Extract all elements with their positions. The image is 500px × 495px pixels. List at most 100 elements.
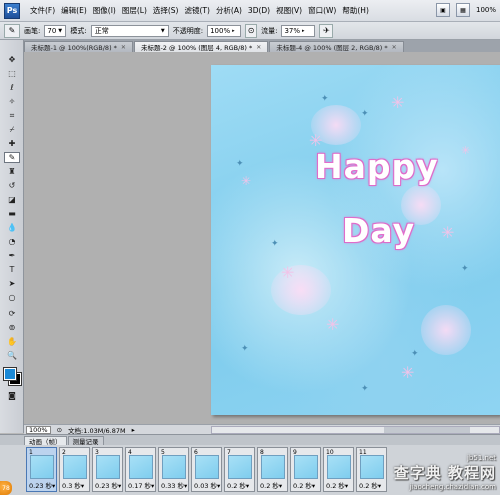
path-selection-tool-icon[interactable]: ➤ [4,278,20,289]
brush-preset-icon[interactable]: ✎ [4,23,20,38]
status-zoom[interactable]: 100% [26,425,51,434]
pen-tool-icon[interactable]: ✒ [4,250,20,261]
pressure-opacity-icon[interactable]: ⊙ [245,23,258,38]
marquee-tool-icon[interactable]: ⬚ [4,68,20,79]
foreground-color-swatch[interactable] [3,367,17,381]
animation-frame[interactable]: 6 0.03 秒▾ [191,447,222,492]
brush-label: 画笔: [24,26,41,35]
menu-bar: Ps 文件(F) 编辑(E) 图像(I) 图层(L) 选择(S) 滤镜(T) 分… [0,0,500,22]
document-canvas[interactable]: ✳ ✳ ✳ ✳ ✳ ✳ ✳ ✳ ✦ ✦ ✦ ✦ ✦ ✦ ✦ ✦ Happy Da… [211,65,500,415]
brush-tool-icon[interactable]: ✎ [4,152,20,163]
menu-3d[interactable]: 3D(D) [248,6,270,15]
frame-delay[interactable]: 0.2 秒▾ [260,480,282,490]
horizontal-scrollbar[interactable] [210,425,500,434]
chevron-right-icon[interactable]: ▸ [132,426,135,434]
frame-delay[interactable]: 0.2 秒▾ [293,480,315,490]
close-icon[interactable]: ✕ [392,44,397,51]
tab-label: 未标题-1 @ 100%(RGB/8) * [31,44,117,52]
options-bar: ✎ 画笔: 70 ▼ 模式: 正常 ▼ 不透明度: 100% ▸ ⊙ 流量: 3… [0,22,500,40]
document-tabs: 未标题-1 @ 100%(RGB/8) * ✕ 未标题-2 @ 100% (图层… [24,40,500,52]
menu-view[interactable]: 视图(V) [276,5,302,16]
magic-wand-tool-icon[interactable]: ✧ [4,96,20,107]
crop-tool-icon[interactable]: ⌗ [4,110,20,121]
move-tool-icon[interactable]: ✥ [4,54,20,65]
animation-frame[interactable]: 3 0.23 秒▾ [92,447,123,492]
animation-frame[interactable]: 8 0.2 秒▾ [257,447,288,492]
menu-layer[interactable]: 图层(L) [122,5,147,16]
animation-frame[interactable]: 11 0.2 秒▾ [356,447,387,492]
lasso-tool-icon[interactable]: ℓ [4,82,20,93]
close-icon[interactable]: ✕ [121,44,126,51]
menu-image[interactable]: 图像(I) [93,5,116,16]
close-icon[interactable]: ✕ [256,44,261,51]
blur-tool-icon[interactable]: 💧 [4,222,20,233]
scrollbar-thumb[interactable] [384,426,471,433]
dodge-tool-icon[interactable]: ◔ [4,236,20,247]
menu-file[interactable]: 文件(F) [30,5,55,16]
quick-mask-icon[interactable]: ◙ [4,390,20,401]
tab-document-4[interactable]: 未标题-4 @ 100% (图层 2, RGB/8) * ✕ [269,41,404,52]
headline-day: Day [342,211,416,250]
mode-label: 模式: [70,26,87,35]
screen-mode-icon[interactable]: ▣ [435,3,450,17]
eyedropper-tool-icon[interactable]: ⌿ [4,124,20,135]
frame-delay[interactable]: 0.17 秒▾ [128,480,154,490]
frame-delay[interactable]: 0.03 秒▾ [194,480,220,490]
tab-measurement-log[interactable]: 测量记录 [67,436,104,446]
star-icon: ✦ [241,344,249,354]
menu-help[interactable]: 帮助(H) [342,5,369,16]
hand-tool-icon[interactable]: ✋ [4,336,20,347]
menu-analysis[interactable]: 分析(A) [216,5,242,16]
history-brush-tool-icon[interactable]: ↺ [4,180,20,191]
clone-stamp-tool-icon[interactable]: ♜ [4,166,20,177]
animation-frame[interactable]: 9 0.2 秒▾ [290,447,321,492]
flow-field[interactable]: 37% ▸ [281,24,316,37]
3d-rotate-tool-icon[interactable]: ⟳ [4,308,20,319]
watermark-site: jb51.net [466,454,496,462]
star-icon: ✦ [461,264,469,274]
animation-frame[interactable]: 2 0.3 秒▾ [59,447,90,492]
frame-thumbnail [129,455,153,479]
bokeh-glow [271,265,331,315]
animation-frame[interactable]: 1 0.23 秒▾ [26,447,57,492]
frame-delay[interactable]: 0.33 秒▾ [161,480,187,490]
mode-select[interactable]: 正常 ▼ [90,24,169,37]
shape-tool-icon[interactable]: ○ [4,292,20,303]
tab-document-2[interactable]: 未标题-2 @ 100% (图层 4, RGB/8) * ✕ [133,41,269,52]
frame-delay[interactable]: 0.2 秒▾ [359,480,381,490]
menu-filter[interactable]: 滤镜(T) [185,5,210,16]
tab-animation-frames[interactable]: 动画（帧） [24,436,67,446]
frame-thumbnail [96,455,120,479]
tab-document-1[interactable]: 未标题-1 @ 100%(RGB/8) * ✕ [24,41,133,52]
corner-badge: 78 [0,481,12,495]
brush-size-picker[interactable]: 70 ▼ [44,24,67,37]
menu-window[interactable]: 窗口(W) [308,5,336,16]
animation-frame[interactable]: 4 0.17 秒▾ [125,447,156,492]
animation-frame[interactable]: 10 0.2 秒▾ [323,447,354,492]
arrange-icon[interactable]: ▦ [455,3,470,17]
zoom-level[interactable]: 100% [476,6,496,14]
canvas-workspace[interactable]: ✳ ✳ ✳ ✳ ✳ ✳ ✳ ✳ ✦ ✦ ✦ ✦ ✦ ✦ ✦ ✦ Happy Da… [24,52,500,424]
flow-value: 37% [284,26,300,35]
animation-frame[interactable]: 7 0.2 秒▾ [224,447,255,492]
frame-delay[interactable]: 0.2 秒▾ [227,480,249,490]
eraser-tool-icon[interactable]: ◪ [4,194,20,205]
opacity-field[interactable]: 100% ▸ [207,24,242,37]
frame-delay[interactable]: 0.3 秒▾ [62,480,84,490]
menu-edit[interactable]: 编辑(E) [61,5,87,16]
frame-delay[interactable]: 0.23 秒▾ [29,480,55,490]
gradient-tool-icon[interactable]: ▬ [4,208,20,219]
frame-delay[interactable]: 0.23 秒▾ [95,480,121,490]
star-icon: ✦ [361,109,369,119]
menu-select[interactable]: 选择(S) [153,5,179,16]
type-tool-icon[interactable]: T [4,264,20,275]
status-info-icon[interactable]: ⊙ [57,426,62,434]
frame-thumbnail [294,455,318,479]
zoom-tool-icon[interactable]: 🔍 [4,350,20,361]
airbrush-icon[interactable]: ✈ [319,23,334,38]
frame-delay[interactable]: 0.2 秒▾ [326,480,348,490]
healing-brush-tool-icon[interactable]: ✚ [4,138,20,149]
animation-frame[interactable]: 5 0.33 秒▾ [158,447,189,492]
star-icon: ✦ [236,159,244,169]
3d-orbit-tool-icon[interactable]: ⊚ [4,322,20,333]
